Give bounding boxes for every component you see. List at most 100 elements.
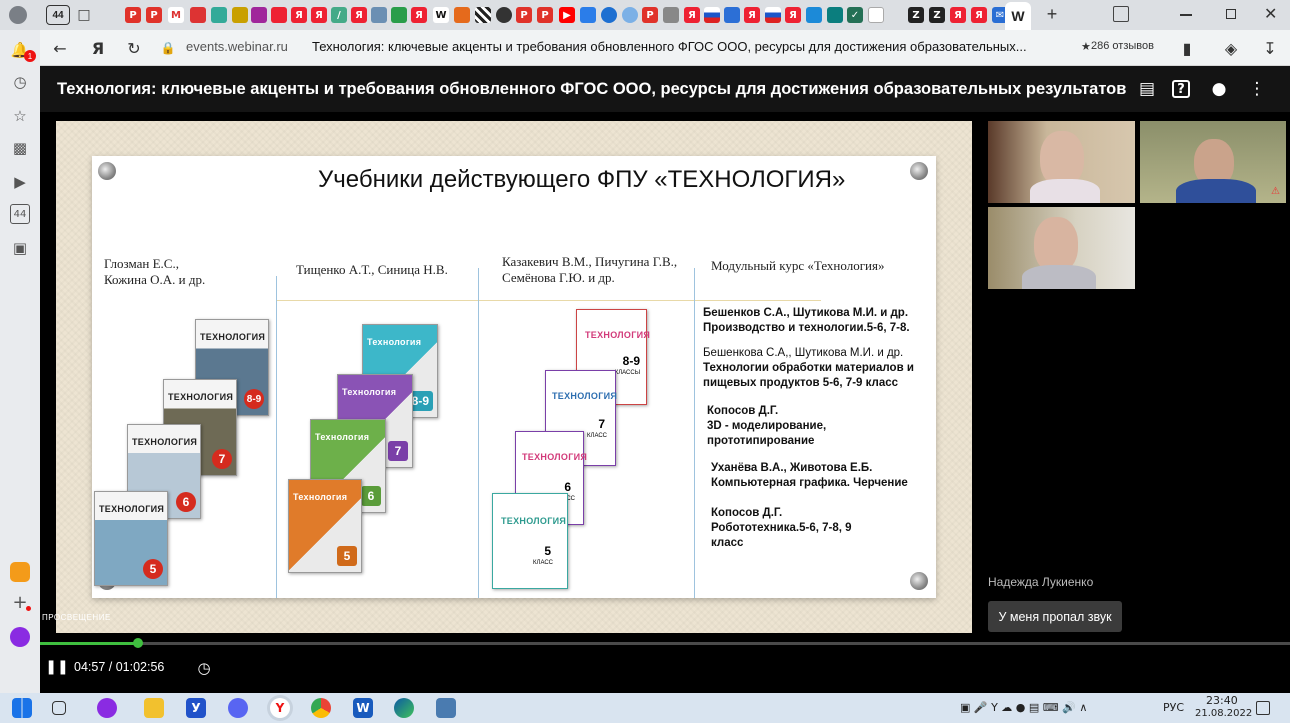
pause-icon[interactable]: ❚❚: [45, 659, 68, 675]
grade-caption: КЛАСС: [587, 433, 607, 439]
notifications-icon[interactable]: [1256, 701, 1270, 715]
history-icon[interactable]: ◷: [10, 72, 30, 92]
share-icon[interactable]: ◈: [1221, 38, 1241, 58]
tab-home-icon[interactable]: [371, 7, 387, 23]
grade-caption: КЛАССЫ: [614, 370, 640, 376]
tab-yellow-icon[interactable]: [232, 7, 248, 23]
tab-purple-icon[interactable]: [251, 7, 267, 23]
tab-z-icon[interactable]: Z: [908, 7, 924, 23]
minimize-button[interactable]: [1180, 14, 1192, 16]
tab-yandex-icon[interactable]: Я: [744, 7, 760, 23]
tab-teal-icon[interactable]: [827, 7, 843, 23]
windows-start-icon[interactable]: [12, 698, 32, 718]
tab-pdf-icon[interactable]: P: [537, 7, 553, 23]
tab-youtube-icon[interactable]: ▶: [559, 7, 575, 23]
new-folder-icon[interactable]: □: [76, 7, 92, 23]
file-explorer-icon[interactable]: [144, 698, 164, 718]
tray-icons[interactable]: ▣ 🎤 Y ☁ ● ▤ ⌨ 🔊 ∧: [960, 701, 1087, 714]
tab-pdf-icon[interactable]: P: [146, 7, 162, 23]
tab-orange-icon[interactable]: [454, 7, 470, 23]
tab-count-icon[interactable]: 44: [10, 204, 30, 224]
tab-z-icon[interactable]: Z: [929, 7, 945, 23]
tab-striped-icon[interactable]: [475, 7, 491, 23]
reload-icon[interactable]: ↻: [124, 38, 144, 58]
close-window-button[interactable]: ✕: [1264, 4, 1277, 24]
clock-date[interactable]: 21.08.2022: [1195, 708, 1252, 719]
tab-counter-button[interactable]: 44: [46, 5, 70, 25]
camera-icon[interactable]: ▣: [10, 238, 30, 258]
remote-desktop-icon[interactable]: [436, 698, 456, 718]
yandex-browser-icon[interactable]: Y: [270, 698, 290, 718]
tab-edit-icon[interactable]: /: [331, 7, 347, 23]
restore-button[interactable]: [1226, 9, 1236, 19]
clock-time[interactable]: 23:40: [1206, 694, 1238, 707]
reviews-link[interactable]: 286 отзывов: [1091, 40, 1154, 52]
tab-dark-icon[interactable]: [496, 7, 512, 23]
edge-icon[interactable]: [394, 698, 414, 718]
tab-blue-icon[interactable]: [580, 7, 596, 23]
tab-doc-icon[interactable]: [868, 7, 884, 23]
word-icon[interactable]: W: [353, 698, 373, 718]
tab-yandex-icon[interactable]: Я: [684, 7, 700, 23]
progress-handle[interactable]: [133, 638, 143, 648]
tab-wiki-icon[interactable]: W: [433, 7, 449, 23]
tab-grey-icon[interactable]: [663, 7, 679, 23]
task-view-icon[interactable]: [52, 701, 66, 715]
tab-pdf-icon[interactable]: P: [642, 7, 658, 23]
header-divider: [276, 300, 821, 301]
tab-globe-icon[interactable]: [622, 7, 638, 23]
tab-blue-circle-icon[interactable]: [601, 7, 617, 23]
tab-yandex-icon[interactable]: Я: [311, 7, 327, 23]
tab-bookmark-icon[interactable]: [724, 7, 740, 23]
tab-yandex-icon[interactable]: Я: [351, 7, 367, 23]
collections-icon[interactable]: [1113, 6, 1129, 22]
page-title[interactable]: Технология: ключевые акценты и требовани…: [312, 39, 1112, 54]
progress-track[interactable]: [40, 642, 1290, 645]
grade-label: 8-9: [622, 354, 640, 368]
tab-check-icon[interactable]: ✓: [847, 7, 863, 23]
tab-pdf-icon[interactable]: P: [516, 7, 532, 23]
tab-yandex-icon[interactable]: Я: [971, 7, 987, 23]
help-icon[interactable]: ?: [1172, 80, 1190, 98]
back-icon[interactable]: ←: [50, 38, 70, 58]
chat-icon[interactable]: ▤: [1136, 78, 1158, 100]
star-icon[interactable]: ☆: [10, 106, 30, 126]
participant-video[interactable]: [988, 121, 1135, 203]
tab-gmail-icon[interactable]: M: [168, 7, 184, 23]
tab-flag-icon[interactable]: [704, 7, 720, 23]
bookmark-icon[interactable]: ▮: [1177, 38, 1197, 58]
tab-yandex-icon[interactable]: Я: [950, 7, 966, 23]
tab-flag-icon[interactable]: [765, 7, 781, 23]
yandex-app-icon[interactable]: У: [186, 698, 206, 718]
discord-icon[interactable]: [228, 698, 248, 718]
tab-pdf-icon[interactable]: P: [125, 7, 141, 23]
participant-video[interactable]: [988, 207, 1135, 289]
person-icon[interactable]: ●: [1208, 78, 1230, 100]
more-icon[interactable]: ⋮: [1246, 78, 1268, 100]
video-icon[interactable]: ▶: [10, 172, 30, 192]
url-domain[interactable]: events.webinar.ru: [186, 39, 288, 54]
tab-download-icon[interactable]: [211, 7, 227, 23]
tab-green-icon[interactable]: [391, 7, 407, 23]
lock-icon[interactable]: 🔒: [158, 38, 178, 58]
tab-blue-icon[interactable]: [806, 7, 822, 23]
notes-icon[interactable]: ▩: [10, 138, 30, 158]
active-tab[interactable]: W: [1005, 2, 1031, 30]
grade-label: 5: [544, 544, 551, 558]
language-indicator[interactable]: РУС: [1163, 701, 1184, 714]
download-icon[interactable]: ↧: [1260, 38, 1280, 58]
participant-video[interactable]: ⚠: [1140, 121, 1286, 203]
tab-red-icon[interactable]: [190, 7, 206, 23]
tab-yandex-icon[interactable]: Я: [785, 7, 801, 23]
tab-yandex-icon[interactable]: Я: [291, 7, 307, 23]
tab-yandex-icon[interactable]: Я: [411, 7, 427, 23]
new-tab-button[interactable]: +: [1042, 4, 1062, 24]
alice-app-icon[interactable]: [97, 698, 117, 718]
yandex-icon[interactable]: Я: [88, 38, 108, 58]
chrome-icon[interactable]: [311, 698, 331, 718]
playback-speed-icon[interactable]: ◷: [194, 658, 214, 678]
alice-icon[interactable]: [10, 627, 30, 647]
avatar[interactable]: [9, 6, 27, 24]
app-tile-icon[interactable]: [10, 562, 30, 582]
tab-yandex-icon[interactable]: [271, 7, 287, 23]
